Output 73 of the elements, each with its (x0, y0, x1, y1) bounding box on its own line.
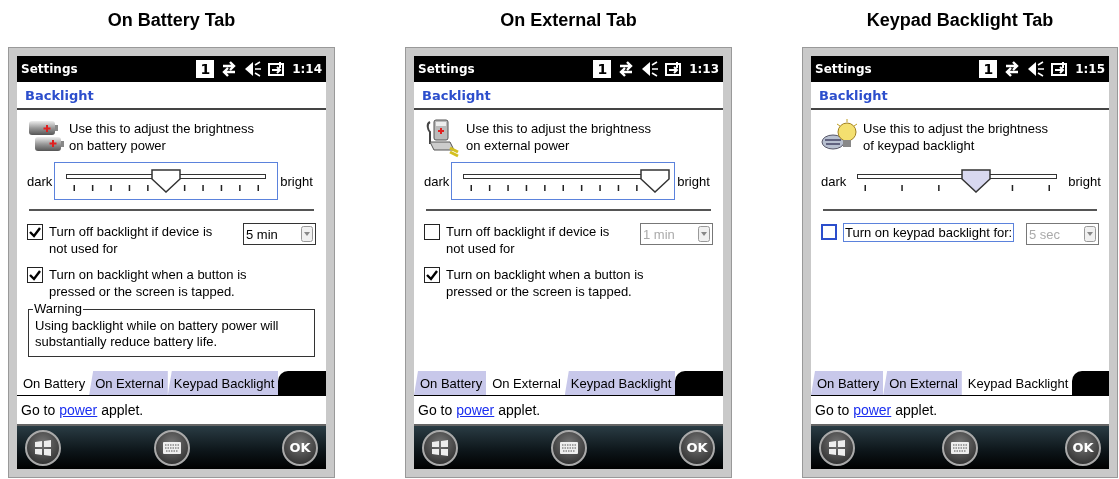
tab-strip-end (278, 371, 326, 395)
window-title: Settings (418, 62, 476, 76)
start-button[interactable] (819, 429, 855, 466)
tab[interactable]: Keypad Backlight (167, 371, 279, 395)
slider-min-label: dark (424, 173, 450, 189)
tab-strip-end (675, 371, 723, 395)
slider-max-label: bright (280, 173, 313, 189)
clock-time: 1:14 (292, 62, 322, 76)
power-plug-icon[interactable] (1051, 61, 1070, 77)
windows-logo-icon (33, 437, 53, 458)
speaker-icon[interactable] (244, 61, 263, 77)
keyboard-icon (558, 440, 579, 455)
checkbox[interactable] (424, 224, 440, 240)
checkbox[interactable] (424, 267, 440, 283)
option-label: Turn off backlight if device is not used for (49, 223, 214, 257)
power-plug-icon[interactable] (268, 61, 287, 77)
page-heading: Backlight (811, 82, 1109, 110)
keyboard-button[interactable] (942, 429, 978, 466)
checkbox[interactable] (821, 224, 837, 240)
window-title: Settings (21, 62, 79, 76)
page-heading: Backlight (17, 82, 326, 110)
notification-badge[interactable]: 1 (593, 60, 612, 78)
power-link[interactable]: power (853, 402, 892, 418)
ok-button[interactable]: OK (1065, 429, 1101, 466)
notification-badge[interactable]: 1 (196, 60, 215, 78)
ok-button[interactable]: OK (282, 429, 318, 466)
clock-time: 1:15 (1075, 62, 1105, 76)
figure-caption: Keypad Backlight Tab (865, 9, 1055, 32)
tab[interactable]: On Battery (811, 371, 884, 395)
notification-badge[interactable]: 1 (979, 60, 998, 78)
keyboard-icon (161, 440, 182, 455)
checkbox[interactable] (27, 224, 43, 240)
option-label: Turn on backlight when a button is pressed or the screen is tapped. (446, 266, 645, 300)
speaker-icon[interactable] (1027, 61, 1046, 77)
start-button[interactable] (25, 429, 61, 466)
slider-min-label: dark (821, 173, 847, 189)
slider-max-label: bright (677, 173, 710, 189)
slider-thumb[interactable] (640, 169, 671, 193)
power-link[interactable]: power (456, 402, 495, 418)
keyboard-button[interactable] (550, 429, 587, 466)
warning-text: Using backlight while on battery power will substantially reduce battery life. (35, 318, 279, 349)
intro-text: Use this to adjust the brightness on external power (466, 120, 652, 154)
checkbox[interactable] (27, 267, 43, 283)
option-label: Turn off backlight if device is not used for (446, 223, 611, 257)
tab-strip-end (1072, 371, 1109, 395)
window-title: Settings (815, 62, 873, 76)
figure-caption: On Battery Tab (106, 9, 237, 32)
slider-min-label: dark (27, 173, 53, 189)
slider-thumb[interactable] (151, 169, 182, 193)
windows-logo-icon (827, 437, 847, 458)
power-plug-icon[interactable] (665, 61, 684, 77)
slider-thumb[interactable] (960, 169, 991, 193)
intro-text: Use this to adjust the brightness on battery power (69, 120, 255, 154)
power-link[interactable]: power (59, 402, 98, 418)
slider-max-label: bright (1068, 173, 1101, 189)
group-legend: Warning (33, 301, 83, 317)
figure-caption: On External Tab (499, 9, 638, 32)
intro-text: Use this to adjust the brightness of keypad backlight (863, 120, 1049, 154)
start-button[interactable] (422, 429, 458, 466)
page-heading: Backlight (414, 82, 723, 110)
keyboard-icon (950, 440, 970, 455)
ok-button[interactable]: OK (679, 429, 715, 466)
tab[interactable]: On Battery (414, 371, 487, 395)
keyboard-button[interactable] (153, 429, 190, 466)
option-label: Turn on keypad backlight for: (843, 223, 1015, 242)
tab[interactable]: On External (883, 371, 962, 395)
speaker-icon[interactable] (641, 61, 660, 77)
option-label: Turn on backlight when a button is pressed or the screen is tapped. (49, 266, 248, 300)
clock-time: 1:13 (689, 62, 719, 76)
tab[interactable]: On External (89, 371, 168, 395)
tab[interactable]: Keypad Backlight (564, 371, 676, 395)
duration-dropdown[interactable]: 5 min (243, 223, 316, 245)
windows-logo-icon (430, 437, 450, 458)
